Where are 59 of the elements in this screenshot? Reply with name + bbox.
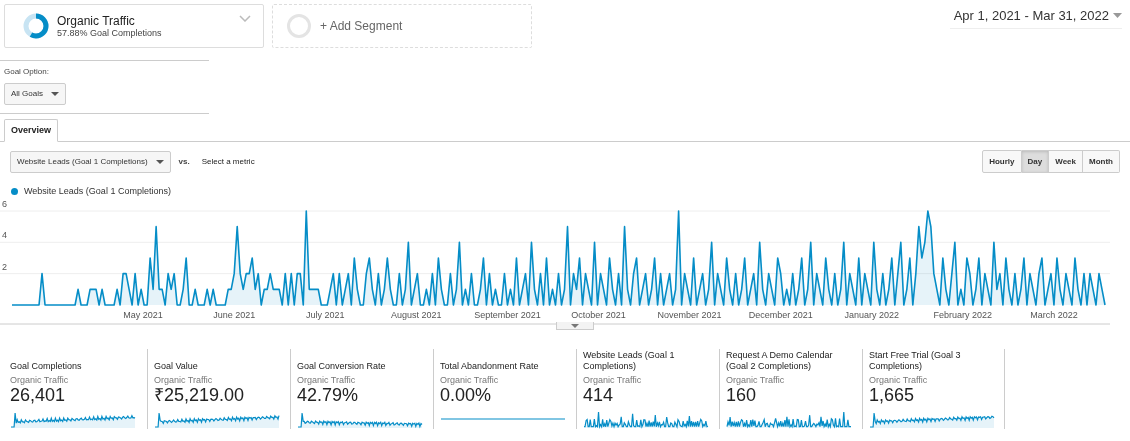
caret-icon: [51, 91, 59, 96]
vs-label: vs.: [178, 157, 190, 166]
metric-value: 1,665: [869, 385, 916, 405]
metric-title: Goal Value: [154, 361, 199, 372]
segment-label: Organic Traffic: [154, 375, 214, 385]
axis-tick-label: January 2022: [844, 310, 899, 320]
metric-value: 160: [726, 385, 758, 405]
axis-tick-label: 6: [2, 199, 7, 209]
axis-tick-label: December 2021: [748, 310, 813, 320]
segment-label: Organic Traffic: [297, 375, 357, 385]
axis-tick-label: February 2022: [933, 310, 993, 320]
caret-icon: [155, 159, 164, 164]
metric-dropdown[interactable]: Website Leads (Goal 1 Completions): [10, 150, 171, 173]
caret-icon: [571, 323, 579, 328]
add-segment-label: + Add Segment: [320, 19, 403, 33]
axis-tick-label: October 2021: [571, 310, 626, 320]
metric-value: 42.79%: [297, 385, 360, 405]
axis-tick-label: August 2021: [391, 310, 442, 320]
tab[interactable]: Overview: [4, 119, 59, 142]
axis-tick-label: May 2021: [123, 310, 163, 320]
segment-label: Organic Traffic: [869, 375, 929, 385]
axis-tick-label: July 2021: [306, 310, 345, 320]
caret-icon: [1113, 12, 1122, 18]
segment-label: Organic Traffic: [440, 375, 500, 385]
metric-title: Website Leads (Goal 1 Completions): [583, 350, 676, 372]
segment-name: Organic Traffic: [57, 14, 136, 28]
metric-title: Total Abandonment Rate: [440, 361, 540, 372]
axis-tick-label: June 2021: [213, 310, 256, 320]
metric-title: Start Free Trial (Goal 3 Completions): [869, 350, 962, 372]
segment-label: Organic Traffic: [583, 375, 643, 385]
metric-value: ₹25,219.00: [154, 385, 246, 405]
metric-title: Goal Conversion Rate: [297, 361, 387, 372]
axis-tick-label: November 2021: [657, 310, 722, 320]
goal-option-label: Goal Option:: [4, 67, 50, 76]
metric-value: 414: [583, 385, 615, 405]
granularity-button[interactable]: Week: [1049, 150, 1083, 173]
axis-tick-label: March 2022: [1030, 310, 1078, 320]
segment-card[interactable]: Organic Traffic 57.88% Goal Completions: [4, 4, 264, 48]
granularity-button[interactable]: Hourly: [982, 150, 1022, 173]
segment-label: Organic Traffic: [726, 375, 786, 385]
segment-label: Organic Traffic: [10, 375, 70, 385]
expand-handle[interactable]: [556, 322, 594, 330]
granularity-button[interactable]: Day: [1021, 150, 1050, 173]
granularity-button[interactable]: Month: [1083, 150, 1120, 173]
donut-icon: [23, 13, 49, 39]
metric-value: 26,401: [10, 385, 67, 405]
metric-title: Goal Completions: [10, 361, 83, 372]
metric-title: Request A Demo Calendar (Goal 2 Completions): [726, 350, 834, 372]
add-segment-card[interactable]: + Add Segment: [272, 4, 532, 48]
axis-tick-label: September 2021: [474, 310, 541, 320]
goal-dropdown[interactable]: All Goals: [4, 82, 66, 105]
axis-tick-label: 4: [2, 230, 7, 241]
legend-label: Website Leads (Goal 1 Completions): [24, 186, 171, 196]
date-range-picker[interactable]: Apr 1, 2021 - Mar 31, 2022: [949, 4, 1122, 29]
segment-subtitle: 57.88% Goal Completions: [57, 28, 162, 38]
circle-icon: [286, 13, 312, 39]
axis-tick-label: 2: [2, 261, 7, 272]
metric-value: 0.00%: [440, 385, 493, 405]
select-metric-link[interactable]: Select a metric: [201, 157, 255, 166]
